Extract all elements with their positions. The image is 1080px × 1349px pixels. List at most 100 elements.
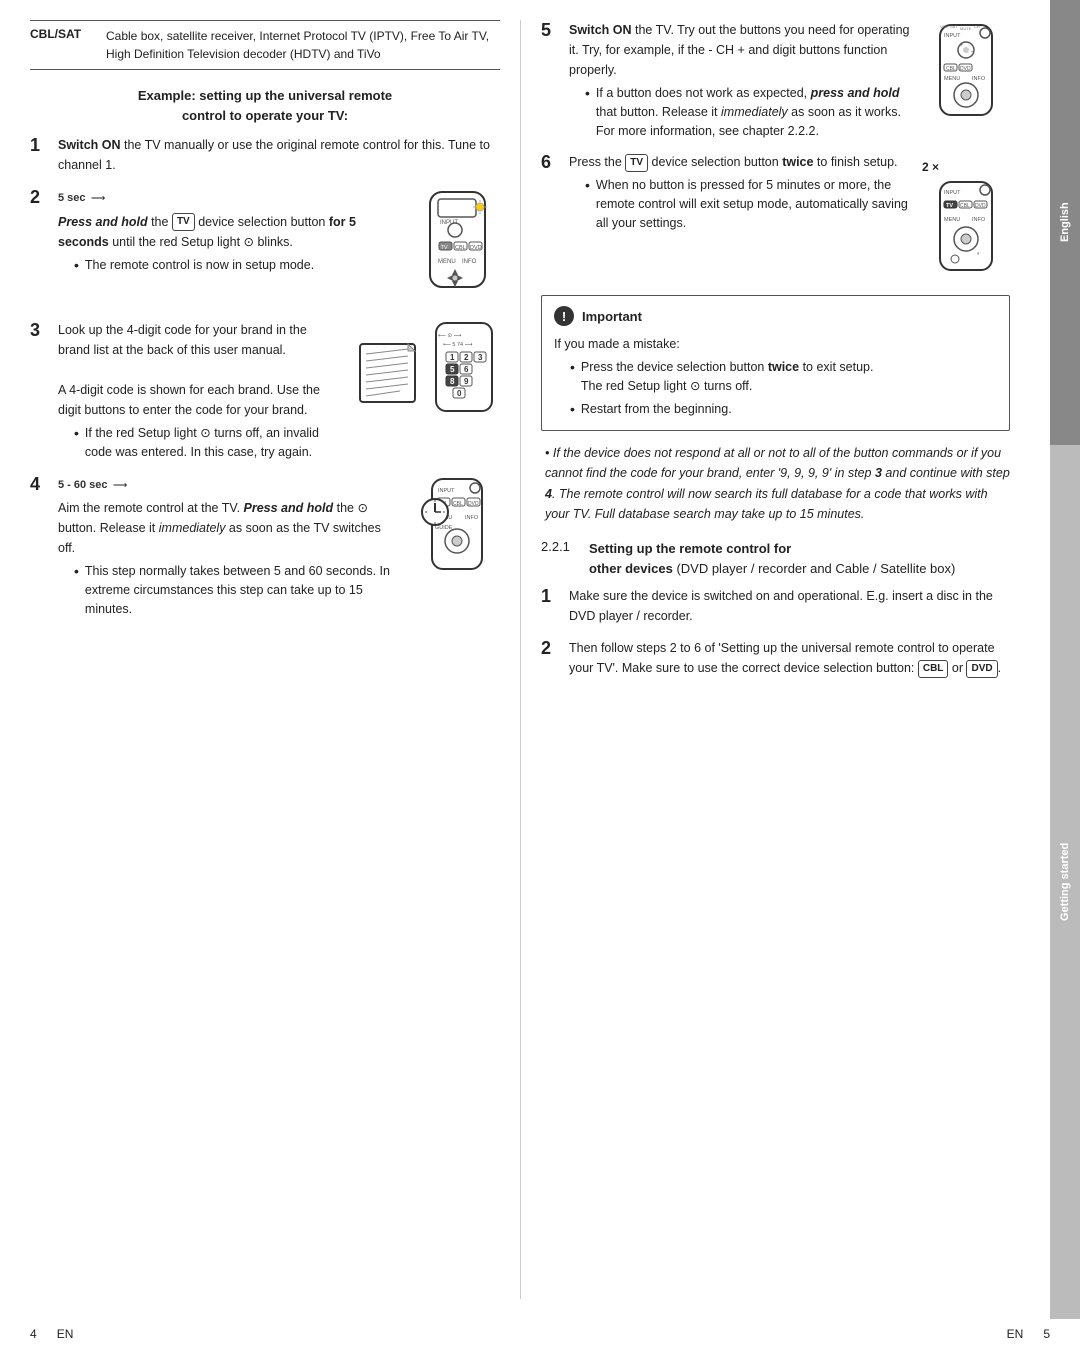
- important-icon: !: [554, 306, 574, 326]
- footer-lang-right: EN: [1007, 1327, 1024, 1341]
- step-221-2-number: 2: [541, 638, 561, 660]
- svg-text:2: 2: [464, 353, 469, 362]
- svg-text:TV: TV: [441, 245, 448, 251]
- step-6: 6 Press the TV device selection button t…: [541, 152, 1010, 283]
- important-box: ! Important If you made a mistake: • Pre…: [541, 295, 1010, 430]
- step-2: 2 5 sec ⟶ Press and hold the TV device s…: [30, 187, 500, 308]
- step-2-remote-svg: INPUT TV CBL DVD: [410, 187, 500, 302]
- step-5-remote-svg: INPUT CBL DVD MENU INFO: [922, 20, 1010, 128]
- important-intro: If you made a mistake:: [554, 334, 997, 354]
- svg-text:INPUT: INPUT: [944, 33, 961, 39]
- step-3-book-svg: [350, 339, 425, 409]
- step-2-text: 5 sec ⟶ Press and hold the TV device sel…: [58, 187, 400, 308]
- important-bullet-1: • Press the device selection button twic…: [570, 358, 997, 396]
- svg-text:1: 1: [450, 353, 455, 362]
- step-6-tv-btn: TV: [625, 154, 648, 172]
- svg-text:CBL: CBL: [946, 66, 956, 72]
- step-4-text: 5 - 60 sec ⟶ Aim the remote control at t…: [58, 474, 400, 619]
- step-6-twice: twice: [782, 155, 813, 169]
- svg-text:GUIDE: GUIDE: [435, 525, 453, 531]
- svg-text:MENU: MENU: [944, 217, 960, 223]
- section-221-heading: 2.2.1 Setting up the remote control for …: [541, 539, 1010, 578]
- svg-text:SAT: SAT: [950, 24, 958, 29]
- step-2-bullet: • The remote control is now in setup mod…: [74, 256, 400, 276]
- step-5: 5 Switch ON the TV. Try out the buttons …: [541, 20, 1010, 140]
- footer-left: 4 EN: [30, 1327, 73, 1341]
- step-5-number: 5: [541, 20, 561, 42]
- section-221-number: 2.2.1: [541, 539, 579, 578]
- step-6-2x-label: 2 ×: [922, 158, 1010, 177]
- step-4-immediately: immediately: [159, 521, 226, 535]
- svg-text:9: 9: [464, 377, 469, 386]
- step-2-tv-btn: TV: [172, 213, 195, 231]
- italic-block: • If the device does not respond at all …: [541, 443, 1010, 526]
- sidebar-english-label: English: [1050, 0, 1080, 445]
- svg-text:CBL: CBL: [455, 245, 466, 251]
- step-5-text: Switch ON the TV. Try out the buttons yo…: [569, 20, 912, 140]
- step-2-number: 2: [30, 187, 50, 209]
- step-5-bullet: • If a button does not work as expected,…: [585, 84, 912, 140]
- svg-text:⟵ 5 74 ⟶: ⟵ 5 74 ⟶: [443, 342, 474, 348]
- svg-text:INPUT: INPUT: [440, 220, 458, 226]
- step-221-2: 2 Then follow steps 2 to 6 of 'Setting u…: [541, 638, 1010, 678]
- svg-text:MENU: MENU: [438, 259, 456, 265]
- step-2-press-hold: Press and hold: [58, 215, 148, 229]
- step-3-bullet: • If the red Setup light ⊙ turns off, an…: [74, 424, 340, 462]
- step-6-number: 6: [541, 152, 561, 174]
- svg-text:DVD: DVD: [975, 203, 986, 209]
- page-footer: 4 EN EN 5: [0, 1319, 1080, 1349]
- step-221-2-content: Then follow steps 2 to 6 of 'Setting up …: [569, 638, 1010, 678]
- svg-text:INFO: INFO: [972, 76, 986, 82]
- svg-text:INPUT: INPUT: [944, 190, 961, 196]
- svg-text:TV: TV: [946, 203, 953, 209]
- example-heading: Example: setting up the universal remote…: [30, 86, 500, 125]
- step-4-remote-svg: INPUT TV CBL DVD: [410, 474, 500, 584]
- footer-page-number-right: 5: [1043, 1327, 1050, 1341]
- step-6-content: Press the TV device selection button twi…: [569, 152, 1010, 283]
- svg-text:CH: CH: [974, 24, 980, 29]
- svg-text:INFO: INFO: [465, 515, 479, 521]
- svg-text:CBL: CBL: [960, 203, 970, 209]
- step-4-content: 5 - 60 sec ⟶ Aim the remote control at t…: [58, 474, 500, 619]
- footer-page-number-left: 4: [30, 1327, 37, 1341]
- italic-block-text: If the device does not respond at all or…: [545, 446, 1010, 522]
- svg-text:INFO: INFO: [972, 217, 986, 223]
- step-6-image: 2 × INPUT TV CBL DV: [922, 152, 1010, 283]
- svg-text:INFO: INFO: [462, 259, 477, 265]
- svg-text:⟵ ⊙ ⟶: ⟵ ⊙ ⟶: [438, 333, 463, 339]
- footer-lang-left: EN: [57, 1327, 74, 1341]
- important-header: ! Important: [554, 306, 997, 326]
- cbl-button: CBL: [918, 660, 949, 678]
- step-4-press-hold: Press and hold: [244, 501, 334, 515]
- svg-text:DVD: DVD: [960, 66, 971, 72]
- step-3-number: 3: [30, 320, 50, 342]
- important-bullet-2: • Restart from the beginning.: [570, 400, 997, 420]
- step-221-1-number: 1: [541, 586, 561, 608]
- svg-text:DVD: DVD: [468, 501, 479, 507]
- svg-text:DVD: DVD: [470, 245, 482, 251]
- step-1-number: 1: [30, 135, 50, 157]
- step-6-bullet: • When no button is pressed for 5 minute…: [585, 176, 912, 232]
- dvd-button: DVD: [966, 660, 997, 678]
- step-3-keypad-svg: ⟵ ⊙ ⟶ ⟵ 5 74 ⟶ 1 2 3: [428, 320, 500, 415]
- important-bullet-2-text: Restart from the beginning.: [581, 400, 732, 420]
- right-column: 5 Switch ON the TV. Try out the buttons …: [520, 20, 1010, 1299]
- step-221-1: 1 Make sure the device is switched on an…: [541, 586, 1010, 626]
- step-3: 3 Look up the 4-digit code for your bran…: [30, 320, 500, 462]
- step-221-1-content: Make sure the device is switched on and …: [569, 586, 1010, 626]
- svg-text:MENU: MENU: [944, 76, 960, 82]
- step-4-image: INPUT TV CBL DVD: [410, 474, 500, 619]
- cbl-sat-description: Cable box, satellite receiver, Internet …: [106, 27, 500, 63]
- step-1: 1 Switch ON the TV manually or use the o…: [30, 135, 500, 175]
- svg-text:VOL: VOL: [940, 24, 949, 29]
- step-6-text: Press the TV device selection button twi…: [569, 152, 912, 283]
- important-content: If you made a mistake: • Press the devic…: [554, 334, 997, 419]
- step-5-content: Switch ON the TV. Try out the buttons yo…: [569, 20, 1010, 140]
- svg-text:MUTE: MUTE: [960, 26, 972, 31]
- step-5-switchon: Switch ON: [569, 23, 632, 37]
- svg-text:0: 0: [457, 389, 462, 398]
- sidebar: English Getting started: [1050, 0, 1080, 1319]
- section-221-title: Setting up the remote control for other …: [589, 539, 955, 578]
- svg-text:8: 8: [450, 377, 455, 386]
- left-column: CBL/SAT Cable box, satellite receiver, I…: [30, 20, 520, 1299]
